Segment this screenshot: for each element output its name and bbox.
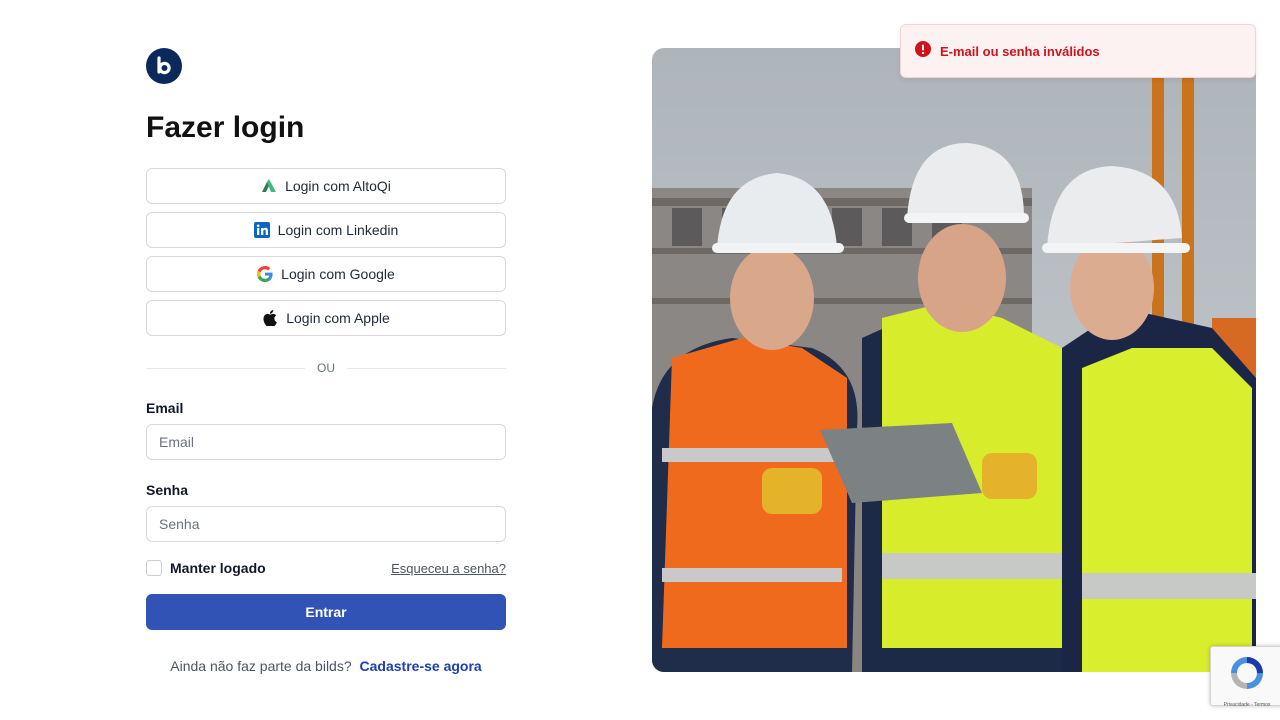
login-apple-button[interactable]: Login com Apple xyxy=(146,300,506,336)
login-linkedin-button[interactable]: Login com Linkedin xyxy=(146,212,506,248)
signup-text: Ainda não faz parte da bilds? xyxy=(170,658,352,674)
login-altoqi-label: Login com AltoQi xyxy=(285,178,391,194)
password-field-wrapper xyxy=(146,506,506,542)
login-google-label: Login com Google xyxy=(281,266,395,282)
password-label: Senha xyxy=(146,482,189,498)
login-google-button[interactable]: Login com Google xyxy=(146,256,506,292)
recaptcha-icon xyxy=(1227,653,1267,698)
remember-me[interactable]: Manter logado xyxy=(146,560,266,576)
altoqi-icon xyxy=(261,178,277,194)
signup-link[interactable]: Cadastre-se agora xyxy=(360,658,482,674)
error-icon xyxy=(915,40,931,62)
remember-checkbox[interactable] xyxy=(146,560,162,576)
or-divider: OU xyxy=(146,360,506,376)
error-toast: E-mail ou senha inválidos xyxy=(900,24,1256,78)
google-icon xyxy=(257,266,273,282)
remember-label: Manter logado xyxy=(170,560,266,576)
linkedin-icon xyxy=(253,222,270,238)
error-toast-message: E-mail ou senha inválidos xyxy=(940,43,1100,59)
remember-row: Manter logado Esqueceu a senha? xyxy=(146,560,506,576)
login-apple-label: Login com Apple xyxy=(286,310,390,326)
email-label: Email xyxy=(146,400,184,416)
login-linkedin-label: Login com Linkedin xyxy=(277,222,399,238)
password-field[interactable] xyxy=(159,516,493,532)
sso-buttons: Login com AltoQi Login com Linkedin Logi… xyxy=(146,168,506,336)
email-field[interactable] xyxy=(159,434,493,450)
page-title: Fazer login xyxy=(146,111,305,144)
hero-image xyxy=(652,48,1256,672)
submit-button[interactable]: Entrar xyxy=(146,594,506,630)
signup-prompt: Ainda não faz parte da bilds? Cadastre-s… xyxy=(146,658,506,674)
login-altoqi-button[interactable]: Login com AltoQi xyxy=(146,168,506,204)
bilds-logo xyxy=(146,48,182,84)
forgot-password-link[interactable]: Esqueceu a senha? xyxy=(391,561,506,576)
apple-icon xyxy=(262,310,278,326)
recaptcha-text: Privacidade - Termos xyxy=(1223,702,1271,708)
login-panel: Fazer login Login com AltoQi Login com L… xyxy=(146,48,506,674)
recaptcha-badge[interactable]: Privacidade - Termos xyxy=(1210,646,1280,708)
or-divider-text: OU xyxy=(317,361,335,375)
email-field-wrapper xyxy=(146,424,506,460)
